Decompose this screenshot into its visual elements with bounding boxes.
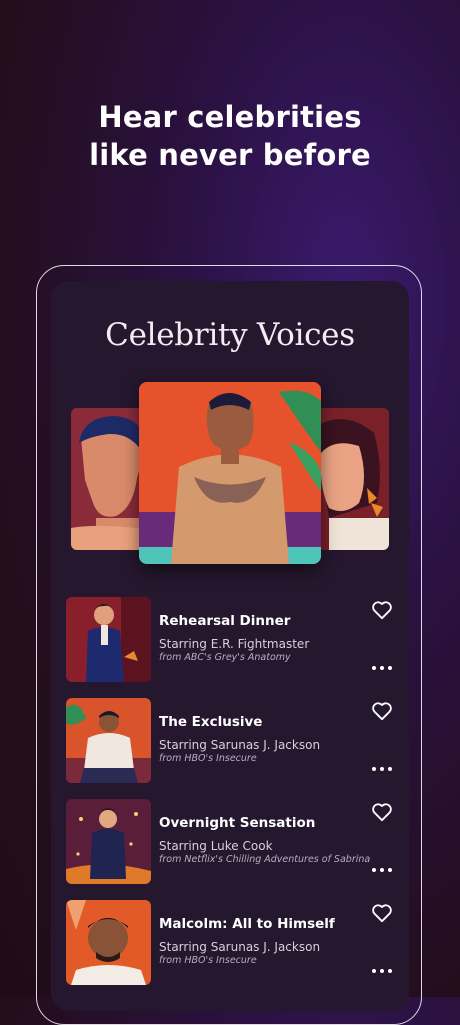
heart-icon[interactable] <box>371 701 393 721</box>
heart-icon[interactable] <box>371 600 393 620</box>
section-title: Celebrity Voices <box>105 317 355 353</box>
story-list: Rehearsal Dinner Starring E.R. Fightmast… <box>66 597 401 1001</box>
headline-line-1: Hear celebrities <box>98 100 362 134</box>
story-source: from HBO's Insecure <box>159 753 257 764</box>
list-item[interactable]: Rehearsal Dinner Starring E.R. Fightmast… <box>66 597 401 698</box>
headline-line-2: like never before <box>89 138 371 172</box>
story-starring: Starring E.R. Fightmaster <box>159 637 310 651</box>
story-thumbnail[interactable] <box>66 698 151 783</box>
heart-icon[interactable] <box>371 903 393 923</box>
heart-icon[interactable] <box>371 802 393 822</box>
carousel-art-right[interactable] <box>309 408 389 550</box>
story-source: from HBO's Insecure <box>159 955 257 966</box>
carousel-art-featured[interactable] <box>139 382 321 564</box>
list-item[interactable]: The Exclusive Starring Sarunas J. Jackso… <box>66 698 401 799</box>
story-starring: Starring Luke Cook <box>159 839 273 853</box>
story-title: Rehearsal Dinner <box>159 613 291 629</box>
story-thumbnail[interactable] <box>66 597 151 682</box>
story-title: Malcolm: All to Himself <box>159 916 335 932</box>
list-item[interactable]: Overnight Sensation Starring Luke Cook f… <box>66 799 401 900</box>
more-options-icon[interactable] <box>372 867 392 873</box>
story-source: from Netflix's Chilling Adventures of Sa… <box>159 854 371 865</box>
story-title: Overnight Sensation <box>159 815 316 831</box>
story-thumbnail[interactable] <box>66 799 151 884</box>
more-options-icon[interactable] <box>372 665 392 671</box>
app-screen: Celebrity Voices Rehearsal Dinner Starri… <box>51 281 409 1011</box>
story-starring: Starring Sarunas J. Jackson <box>159 738 321 752</box>
more-options-icon[interactable] <box>372 766 392 772</box>
story-title: The Exclusive <box>159 714 263 730</box>
more-options-icon[interactable] <box>372 968 392 974</box>
headline: Hear celebrities like never before <box>0 98 460 174</box>
list-item[interactable]: Malcolm: All to Himself Starring Sarunas… <box>66 900 401 1001</box>
story-thumbnail[interactable] <box>66 900 151 985</box>
story-starring: Starring Sarunas J. Jackson <box>159 940 321 954</box>
story-source: from ABC's Grey's Anatomy <box>159 652 291 663</box>
